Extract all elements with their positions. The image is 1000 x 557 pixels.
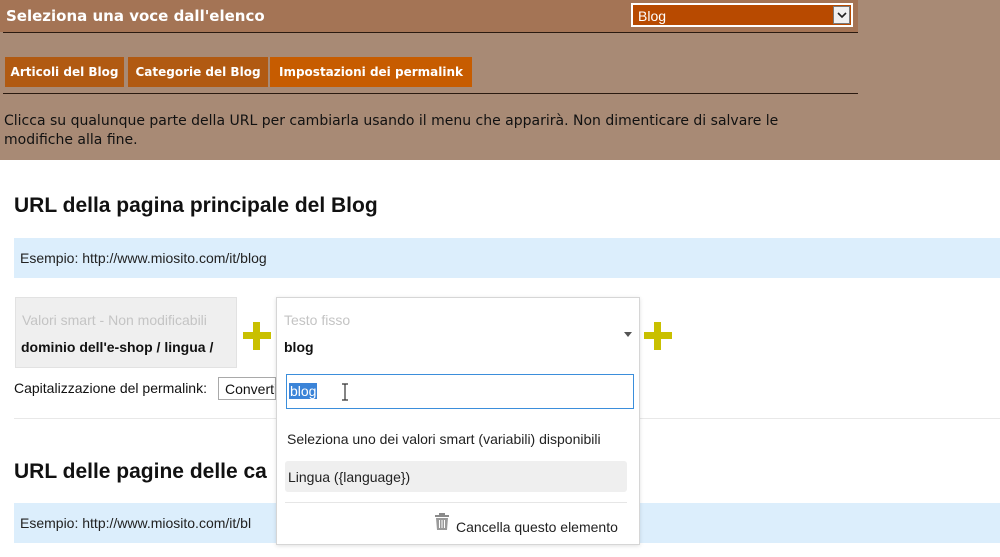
chevron-down-icon — [837, 12, 847, 19]
title-divider — [3, 32, 858, 33]
fixed-text-input-value: blog — [289, 383, 318, 399]
page-title: Seleziona una voce dall'elenco — [6, 7, 265, 25]
fixed-text-input[interactable]: blog — [286, 374, 634, 409]
example-url-category: Esempio: http://www.miosito.com/it/bl — [20, 515, 252, 531]
tabs-divider — [3, 93, 858, 94]
smart-values-block[interactable]: Valori smart - Non modificabili dominio … — [15, 297, 237, 368]
tab-permalink[interactable]: Impostazioni dei permalink — [270, 57, 472, 87]
section-select[interactable]: Blog — [631, 3, 853, 27]
section-select-value: Blog — [638, 8, 667, 24]
section-title-main-url: URL della pagina principale del Blog — [14, 194, 378, 217]
tab-categorie[interactable]: Categorie del Blog — [128, 57, 268, 87]
dropdown-divider — [285, 502, 627, 503]
tab-articoli[interactable]: Articoli del Blog — [5, 57, 124, 87]
text-cursor-icon — [342, 383, 348, 401]
capitalization-select-value: Converti — [225, 381, 276, 397]
fixed-text-label: Testo fisso — [284, 312, 351, 328]
capitalization-label: Capitalizzazione del permalink: — [14, 380, 207, 396]
smart-value-option-language[interactable]: Lingua ({language}) — [285, 461, 627, 492]
add-element-before-icon[interactable] — [242, 321, 272, 351]
smart-values-caption: Seleziona uno dei valori smart (variabil… — [287, 431, 601, 447]
section-title-category-url: URL delle pagine delle ca — [14, 460, 267, 483]
caret-down-icon[interactable] — [624, 332, 632, 337]
help-text: Clicca su qualunque parte della URL per … — [4, 113, 779, 148]
add-element-after-icon[interactable] — [643, 321, 673, 351]
fixed-text-element[interactable]: Testo fisso blog blog Seleziona uno dei … — [276, 297, 640, 545]
fixed-text-value: blog — [284, 339, 314, 355]
trash-icon — [435, 513, 449, 530]
example-url-main: Esempio: http://www.miosito.com/it/blog — [20, 250, 267, 266]
smart-values-label: Valori smart - Non modificabili — [22, 312, 207, 328]
delete-element-label: Cancella questo elemento — [456, 519, 618, 535]
smart-values-value: dominio dell'e-shop / lingua / — [21, 339, 214, 355]
example-bar-main: Esempio: http://www.miosito.com/it/blog — [14, 238, 1000, 278]
capitalization-select[interactable]: Converti — [218, 377, 276, 400]
select-arrow-button[interactable] — [833, 6, 850, 24]
smart-value-option-label: Lingua ({language}) — [288, 469, 411, 485]
settings-header-area: Seleziona una voce dall'elenco Blog Arti… — [0, 0, 1000, 160]
